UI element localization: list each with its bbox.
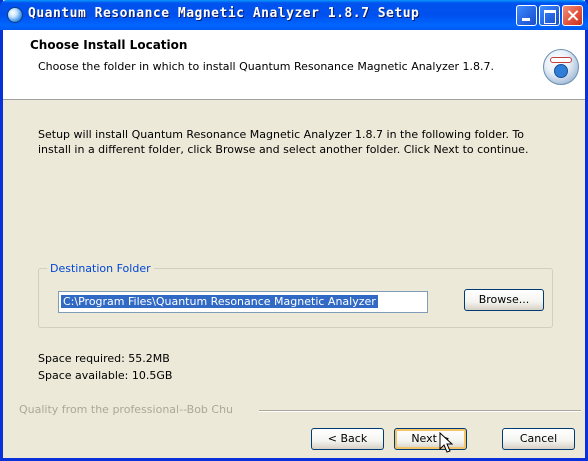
mouse-pointer-icon: [439, 432, 454, 453]
space-required-text: Space required: 55.2MB: [38, 352, 170, 365]
browse-button[interactable]: Browse...: [464, 289, 544, 311]
setup-window: Quantum Resonance Magnetic Analyzer 1.8.…: [0, 0, 588, 461]
intro-text: Setup will install Quantum Resonance Mag…: [38, 128, 529, 156]
branding-text: Quality from the professional--Bob Chu: [19, 403, 238, 416]
minimize-button[interactable]: [516, 5, 537, 26]
install-disc-icon: [543, 49, 579, 85]
destination-path-input[interactable]: C:\Program Files\Quantum Resonance Magne…: [58, 291, 428, 313]
installer-app-icon: [7, 7, 23, 23]
back-button[interactable]: < Back: [311, 428, 384, 450]
disc-arrow-shape: [554, 64, 568, 78]
page-header: Choose Install Location Choose the folde…: [3, 30, 585, 100]
destination-folder-label: Destination Folder: [47, 262, 154, 275]
title-bar[interactable]: Quantum Resonance Magnetic Analyzer 1.8.…: [0, 0, 588, 30]
branding-divider: [259, 410, 581, 412]
close-button[interactable]: [562, 5, 583, 26]
maximize-button[interactable]: [539, 5, 560, 26]
disc-band-shape: [550, 57, 572, 63]
cancel-button[interactable]: Cancel: [502, 428, 575, 450]
page-title: Choose Install Location: [30, 38, 188, 52]
window-title: Quantum Resonance Magnetic Analyzer 1.8.…: [28, 6, 420, 21]
destination-path-value: C:\Program Files\Quantum Resonance Magne…: [61, 295, 378, 308]
page-subtitle: Choose the folder in which to install Qu…: [38, 60, 495, 73]
space-available-text: Space available: 10.5GB: [38, 369, 173, 382]
